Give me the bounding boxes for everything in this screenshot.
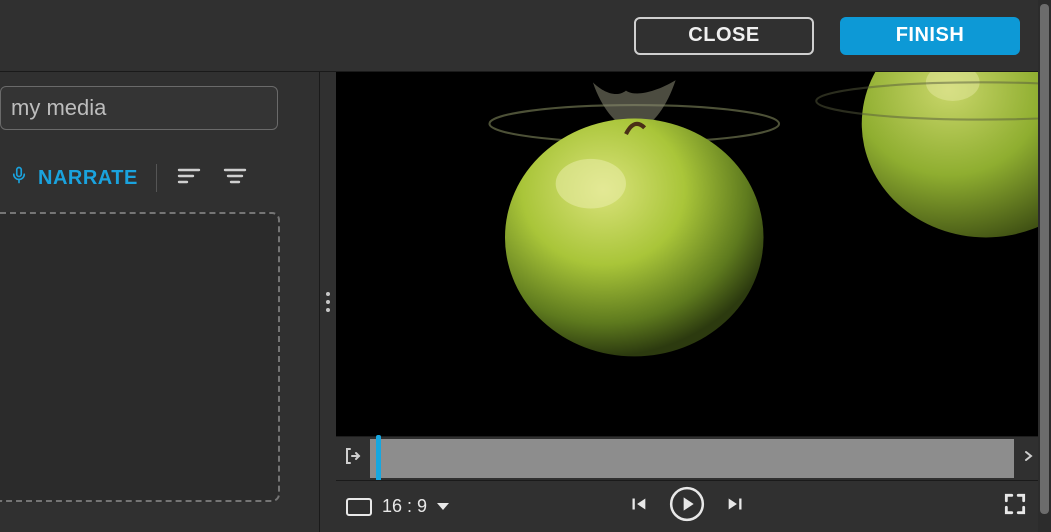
search-input[interactable] [0,86,278,130]
timeline-track[interactable] [370,439,1014,478]
narrate-button[interactable]: NARRATE [10,164,138,192]
timeline-in-button[interactable] [336,437,370,480]
sort-desc-button[interactable] [221,164,249,192]
finish-button[interactable]: FINISH [840,17,1020,55]
sort-lines-left-icon [177,166,201,191]
media-toolbar: NARRATE [0,158,319,198]
skip-back-button[interactable] [627,493,649,520]
preview-panel: 16 : 9 [336,72,1038,532]
toolbar-divider [156,164,157,192]
media-dropzone[interactable] [0,212,280,502]
drag-handle-icon [326,292,330,312]
skip-next-icon [725,493,747,520]
microphone-icon [10,164,28,192]
timeline-strip [336,436,1038,480]
playhead[interactable] [376,435,381,482]
aspect-rect-icon [346,498,372,516]
vertical-scrollbar[interactable] [1038,0,1051,532]
fullscreen-button[interactable] [1002,491,1028,522]
skip-forward-button[interactable] [725,493,747,520]
sort-asc-button[interactable] [175,164,203,192]
video-canvas[interactable] [336,72,1038,436]
bracket-out-icon [1023,446,1035,471]
scrollbar-thumb[interactable] [1040,4,1049,514]
aspect-ratio-label: 16 : 9 [382,496,427,517]
player-controls: 16 : 9 [336,480,1038,532]
top-bar: CLOSE FINISH [0,0,1038,72]
play-button[interactable] [667,484,707,529]
bracket-in-icon [344,446,362,471]
fullscreen-icon [1002,491,1028,522]
timeline-out-marker [1020,437,1038,480]
narrate-label: NARRATE [38,167,138,190]
media-panel: NARRATE [0,72,320,532]
panel-splitter[interactable] [320,72,336,532]
sort-lines-center-icon [223,166,247,191]
video-frame-illustration [336,72,1038,436]
playback-controls [627,484,747,529]
aspect-ratio-selector[interactable]: 16 : 9 [346,496,449,517]
close-button[interactable]: CLOSE [634,17,814,55]
chevron-down-icon [437,503,449,510]
play-circle-icon [667,484,707,529]
skip-previous-icon [627,493,649,520]
